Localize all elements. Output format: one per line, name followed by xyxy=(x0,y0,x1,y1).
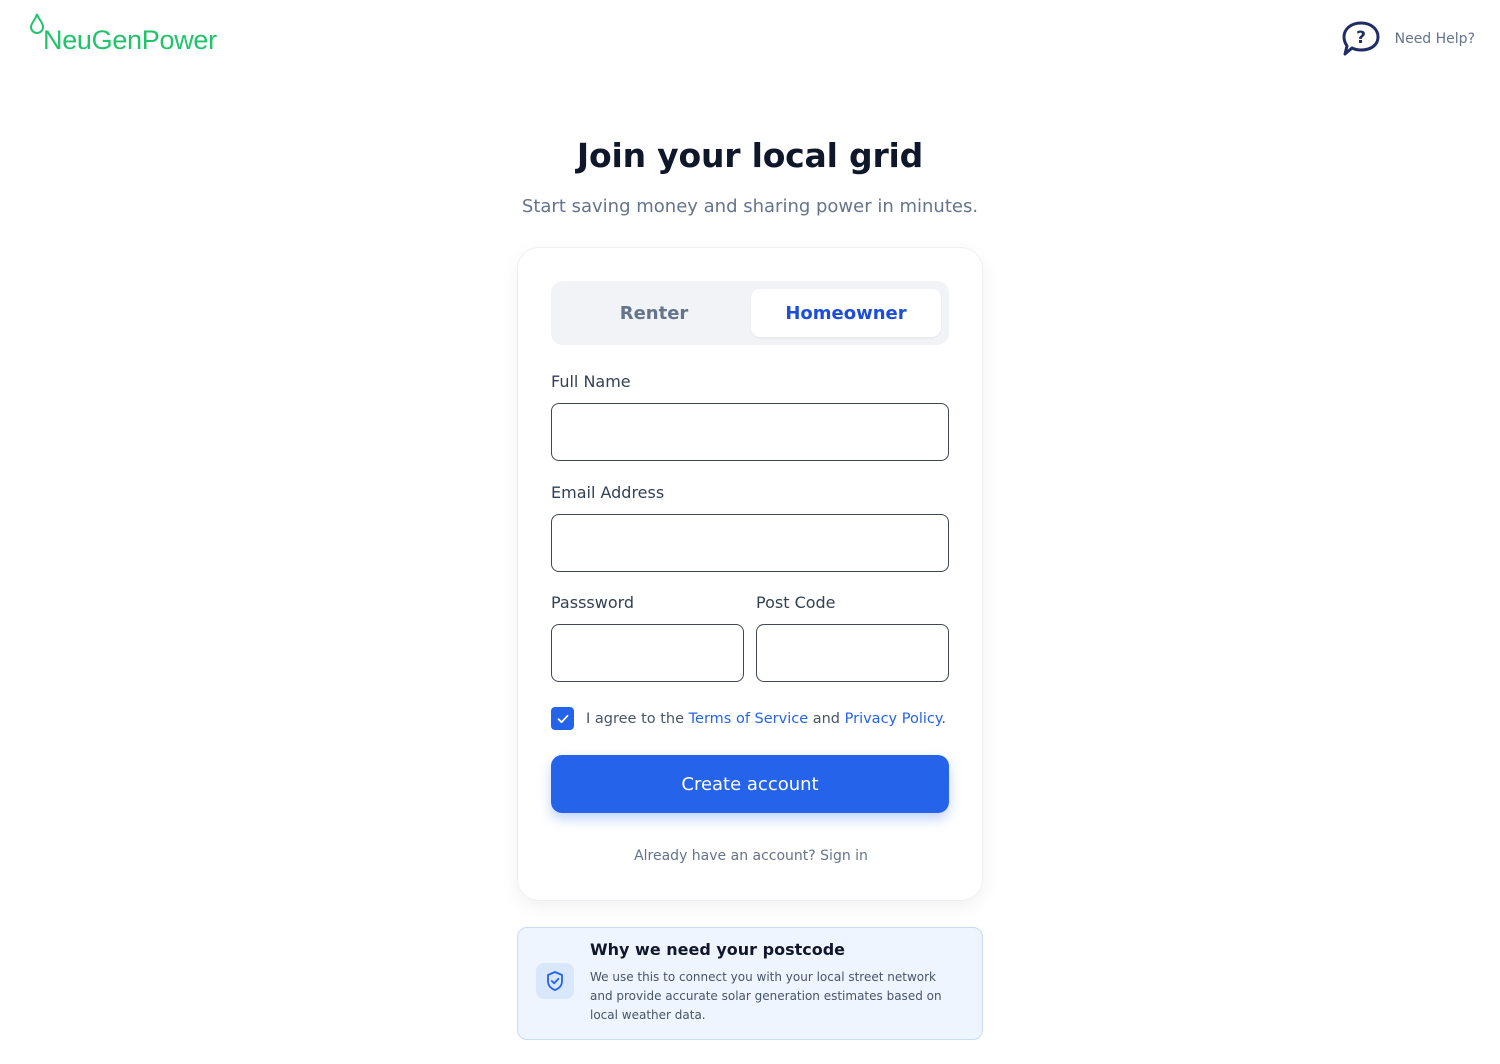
postcode-input[interactable] xyxy=(756,624,949,682)
postcode-info-box: Why we need your postcode We use this to… xyxy=(517,927,983,1040)
shield-check-icon xyxy=(547,971,563,991)
postcode-label: Post Code xyxy=(756,593,836,612)
svg-text:?: ? xyxy=(1356,28,1366,48)
toggle-homeowner[interactable]: Homeowner xyxy=(751,289,941,337)
check-icon xyxy=(557,714,568,723)
signup-page: NeuGenPower ? Need Help? Join your local… xyxy=(0,0,1500,1064)
info-icon-badge xyxy=(536,963,574,999)
brand-logo[interactable]: NeuGenPower xyxy=(28,12,217,54)
need-help-label: Need Help? xyxy=(1394,31,1475,47)
terms-checkbox[interactable] xyxy=(551,707,574,730)
create-account-button[interactable]: Create account xyxy=(551,755,949,813)
question-bubble-icon: ? xyxy=(1342,21,1380,56)
need-help-link[interactable]: ? Need Help? xyxy=(1341,20,1475,58)
email-label: Email Address xyxy=(551,483,665,502)
sign-in-link[interactable]: Already have an account? Sign in xyxy=(518,848,984,864)
terms-and: and xyxy=(808,710,845,727)
terms-agreement: I agree to the Terms of Service and Priv… xyxy=(551,707,946,730)
terms-suffix: . xyxy=(941,710,946,727)
full-name-input[interactable] xyxy=(551,403,949,461)
brand-name: NeuGenPower xyxy=(43,25,217,55)
signup-card: Renter Homeowner Full Name Email Address… xyxy=(517,247,983,901)
privacy-policy-link[interactable]: Privacy Policy xyxy=(845,711,942,727)
email-input[interactable] xyxy=(551,514,949,572)
terms-text: I agree to the Terms of Service and Priv… xyxy=(586,711,946,727)
info-body: We use this to connect you with your loc… xyxy=(590,970,942,1022)
page-title: Join your local grid xyxy=(576,136,924,175)
password-label: Passsword xyxy=(551,593,635,612)
terms-prefix: I agree to the xyxy=(586,710,689,727)
password-input[interactable] xyxy=(551,624,744,682)
terms-of-service-link[interactable]: Terms of Service xyxy=(689,711,808,727)
info-title: Why we need your postcode xyxy=(590,940,846,959)
page-subtitle: Start saving money and sharing power in … xyxy=(521,196,979,217)
toggle-renter[interactable]: Renter xyxy=(559,289,749,337)
full-name-label: Full Name xyxy=(551,372,631,391)
account-type-toggle: Renter Homeowner xyxy=(551,281,949,345)
